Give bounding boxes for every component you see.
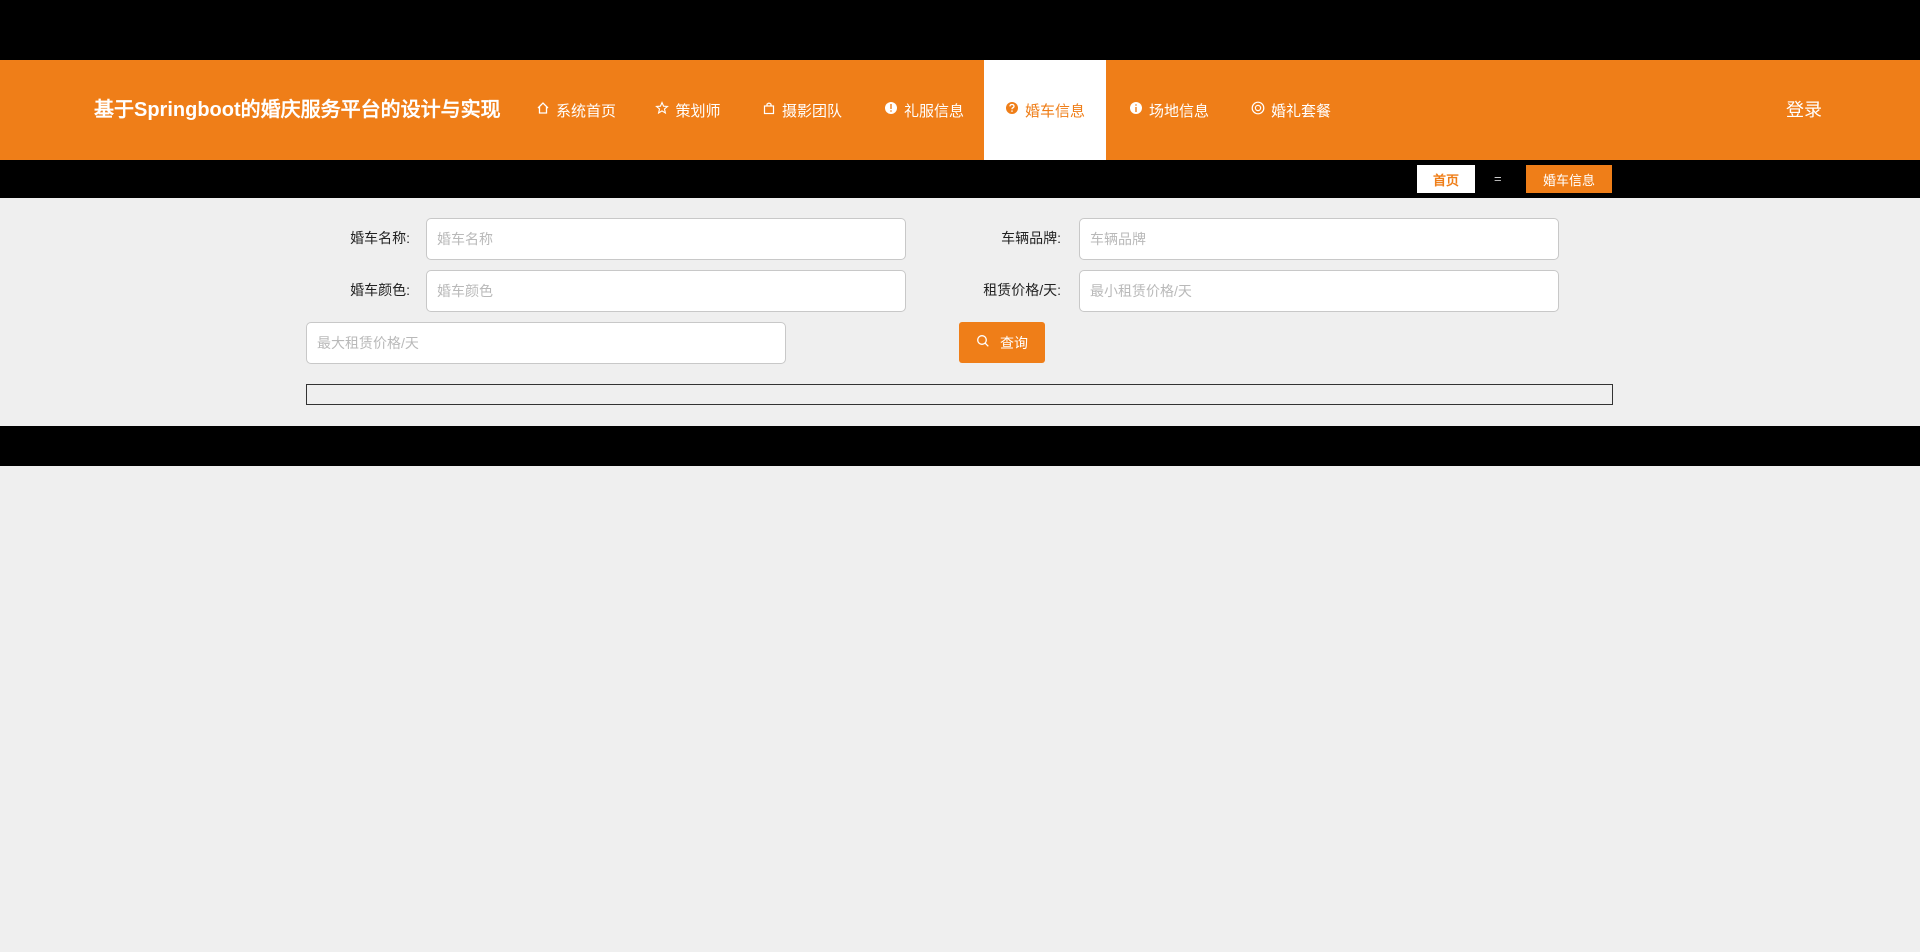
car-color-input[interactable] (426, 270, 906, 312)
brand-label: 车辆品牌: (1001, 230, 1061, 246)
car-name-input[interactable] (426, 218, 906, 260)
nav-item-label: 策划师 (675, 102, 721, 120)
search-button-label: 查询 (1000, 334, 1028, 351)
star-icon (655, 101, 670, 119)
site-title: 基于Springboot的婚庆服务平台的设计与实现 (94, 99, 501, 121)
nav-item-label: 摄影团队 (781, 102, 842, 120)
price-label: 租赁价格/天: (983, 282, 1061, 298)
max-price-input[interactable] (306, 322, 786, 364)
nav-item-label: 礼服信息 (903, 102, 964, 120)
info-icon (1129, 101, 1143, 119)
exclamation-icon (884, 101, 898, 119)
nav-item-label: 系统首页 (555, 102, 616, 120)
nav-item-label: 婚礼套餐 (1270, 102, 1331, 120)
car-name-label: 婚车名称: (350, 230, 410, 246)
breadcrumb-current: 婚车信息 (1526, 165, 1612, 193)
question-icon (1005, 101, 1019, 119)
min-price-input[interactable] (1079, 270, 1559, 312)
nav-item-planner[interactable]: 策划师 (651, 60, 725, 160)
bottom-black-bar (0, 426, 1920, 466)
car-color-label: 婚车颜色: (350, 282, 410, 298)
home-icon (536, 101, 550, 119)
breadcrumb: 首页 = 婚车信息 (0, 160, 1920, 198)
login-link[interactable]: 登录 (1786, 60, 1822, 160)
search-button[interactable]: 查询 (959, 322, 1045, 363)
nav-item-package[interactable]: 婚礼套餐 (1246, 60, 1336, 160)
brand-input[interactable] (1079, 218, 1559, 260)
nav-item-photo-team[interactable]: 摄影团队 (757, 60, 847, 160)
site-header: 基于Springboot的婚庆服务平台的设计与实现 系统首页 策划师 摄影团队 … (0, 60, 1920, 160)
nav-item-label: 场地信息 (1148, 102, 1209, 120)
nav-item-home[interactable]: 系统首页 (531, 60, 621, 160)
top-black-bar (0, 0, 1920, 60)
search-icon (976, 334, 990, 351)
breadcrumb-separator: = (1494, 171, 1502, 186)
results-list (306, 384, 1613, 405)
target-icon (1251, 101, 1265, 119)
nav-item-dress[interactable]: 礼服信息 (879, 60, 969, 160)
nav-item-label: 婚车信息 (1024, 102, 1085, 120)
breadcrumb-home[interactable]: 首页 (1417, 165, 1475, 193)
nav-item-venue[interactable]: 场地信息 (1124, 60, 1214, 160)
nav-item-wedding-car[interactable]: 婚车信息 (984, 60, 1106, 160)
bag-icon (762, 101, 776, 119)
